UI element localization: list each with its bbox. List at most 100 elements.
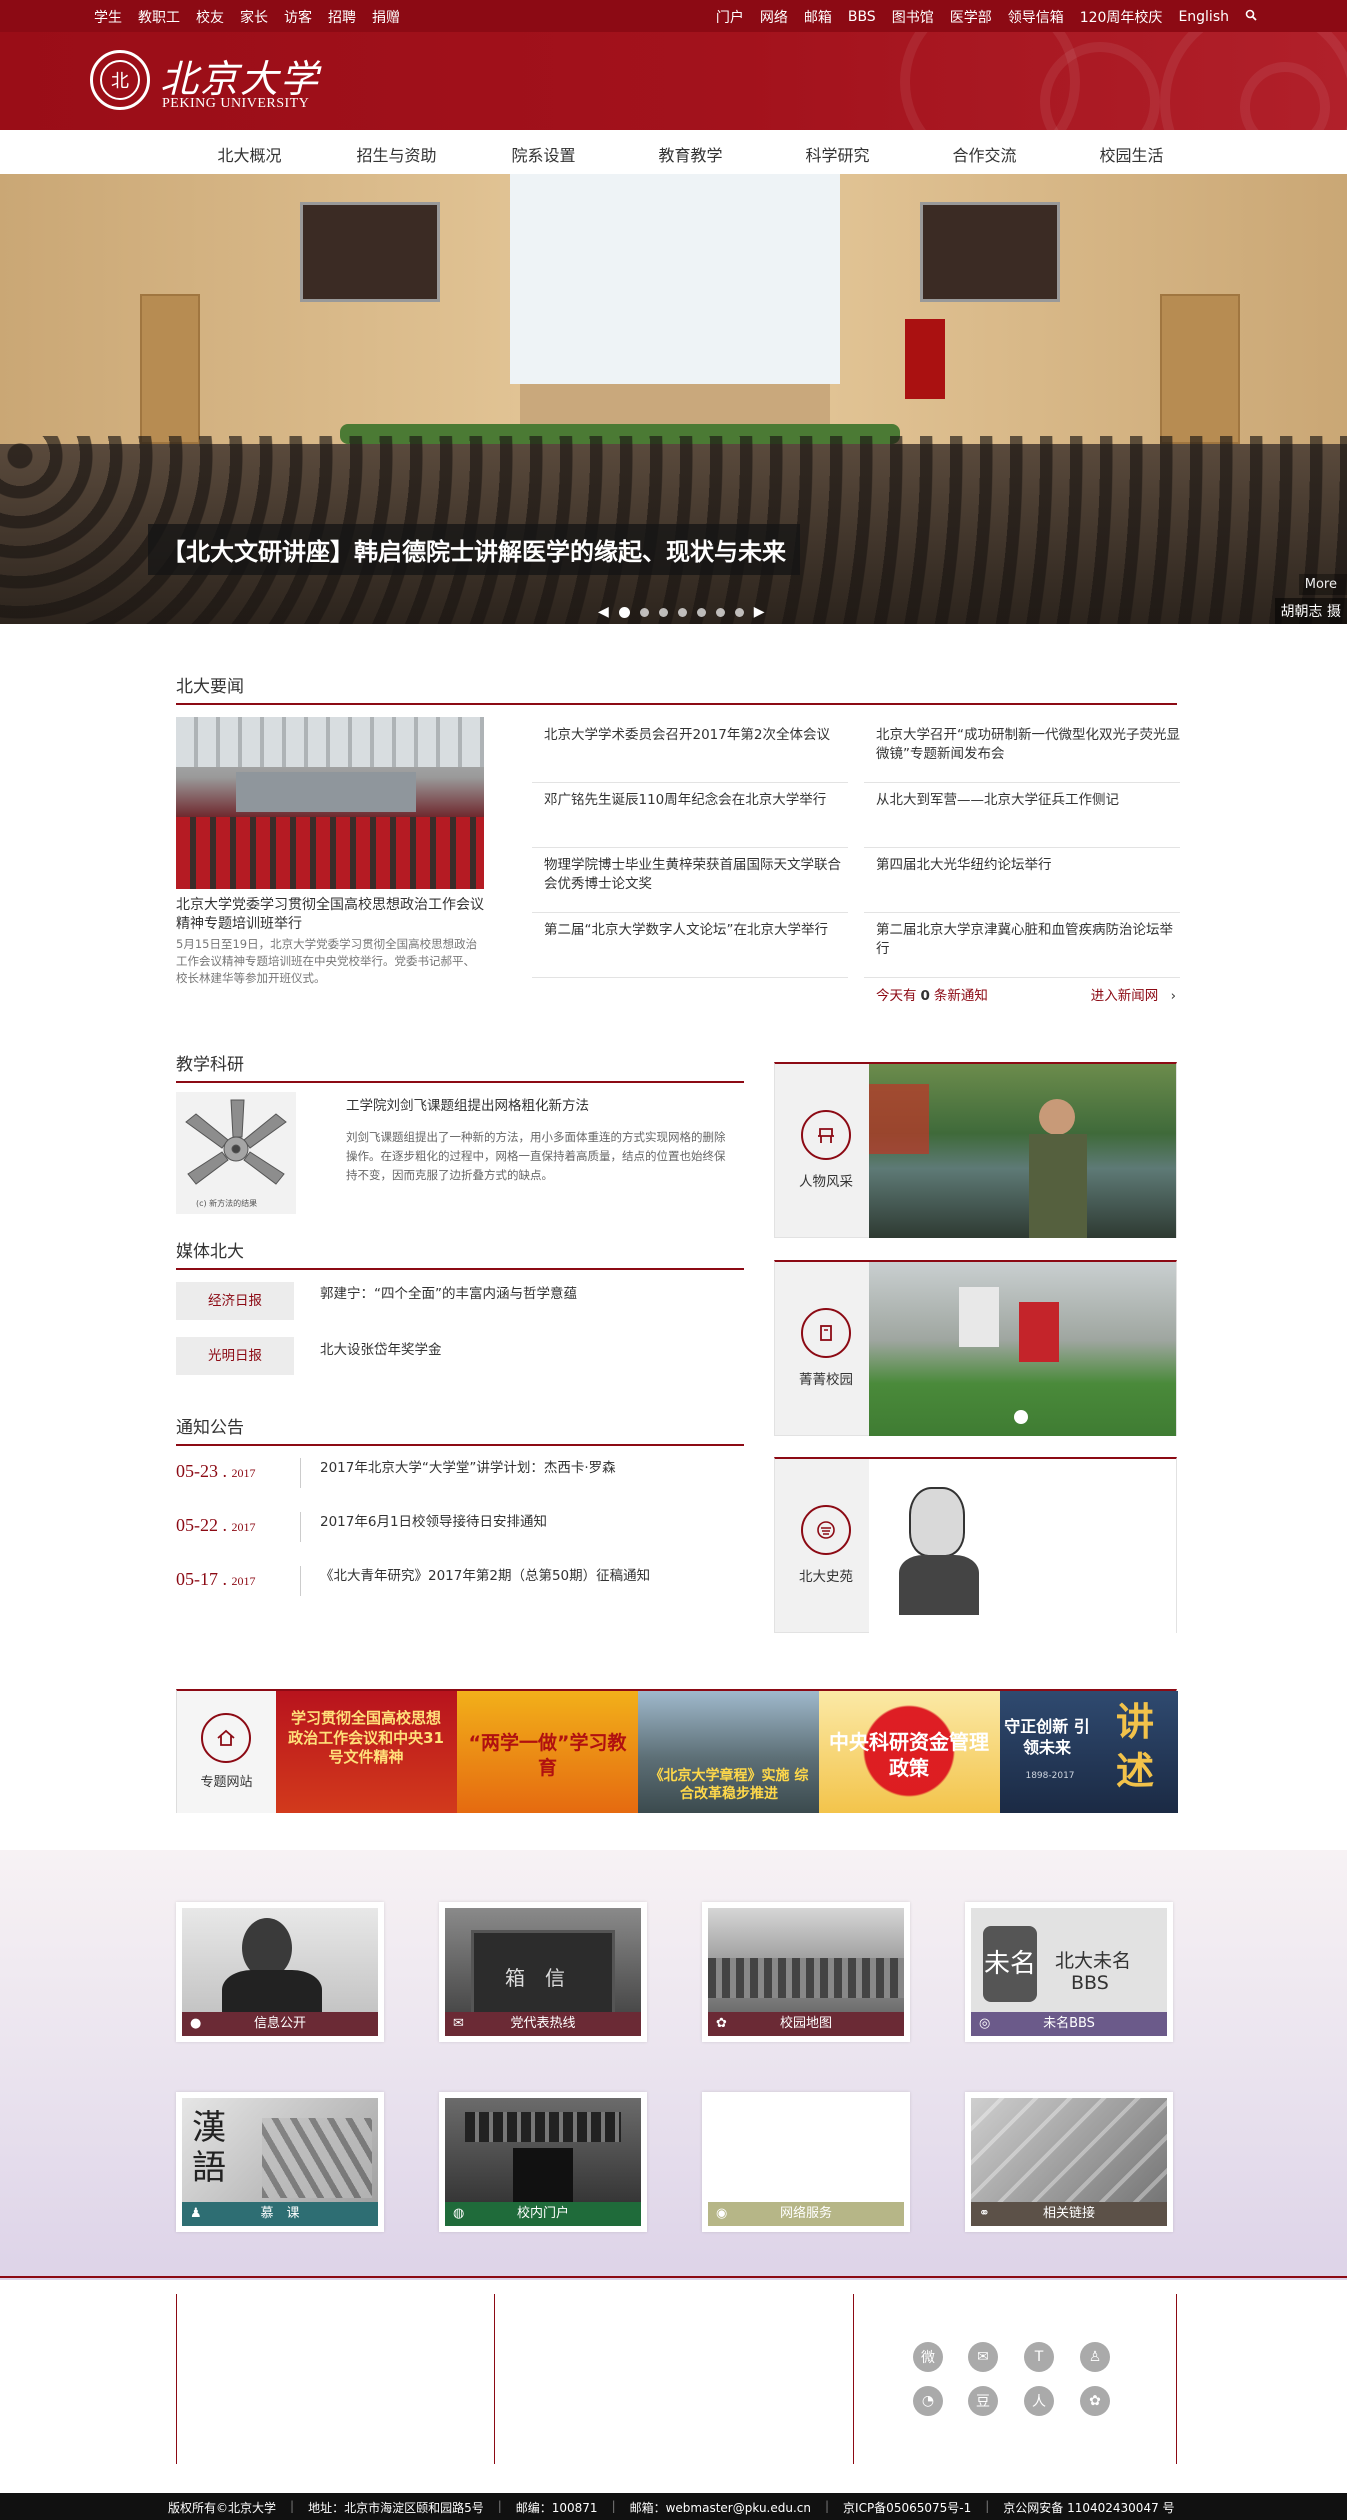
news-item[interactable]: 邓广铭先生诞辰110周年纪念会在北京大学举行 [532,783,848,848]
link-donate[interactable]: 捐赠 [372,7,400,27]
service-links: 门户 网络 邮箱 BBS 图书馆 医学部 领导信箱 120周年校庆 Englis… [716,7,1257,27]
notice-link[interactable]: 2017年6月1日校领导接待日安排通知 [320,1510,547,1530]
news-item[interactable]: 第二届北京大学京津冀心脏和血管疾病防治论坛举行 [864,913,1180,978]
banner-study[interactable]: “两学一做”学习教育 [457,1691,638,1813]
hero-caption[interactable]: 【北大文研讲座】韩启德院士讲解医学的缘起、现状与未来 [148,524,800,575]
media-article-link[interactable]: 郭建宁：“四个全面”的丰富内涵与哲学意蕴 [320,1282,577,1302]
separator: | [611,2499,616,2513]
tile-related-links[interactable]: ⚭ 相关链接 [965,2092,1173,2232]
news-item[interactable]: 从北大到军营——北京大学征兵工作侧记 [864,783,1180,848]
link-alumni[interactable]: 校友 [196,7,224,27]
news-item[interactable]: 第二届“北京大学数字人文论坛”在北京大学举行 [532,913,848,978]
footer-info-bar: 版权所有©北京大学 | 地址：北京市海淀区颐和园路5号 | 邮编：100871 … [0,2493,1347,2520]
ceiling-lights [176,717,484,767]
card-history[interactable]: 北大史苑 [774,1457,1177,1633]
slider-dot[interactable] [618,606,630,618]
banner-anniversary[interactable]: 守正创新 引领未来 1898-2017 讲述 [1000,1691,1178,1813]
slider-dot[interactable] [677,607,687,617]
link-staff[interactable]: 教职工 [138,7,180,27]
mobile-icon[interactable]: ◔ [913,2386,943,2416]
tile-campus-map[interactable]: ✿ 校园地图 [702,1902,910,2042]
tile-campus-portal[interactable]: ◍ 校内门户 [439,2092,647,2232]
building-icon [869,1084,929,1154]
link-bbs[interactable]: BBS [848,9,876,25]
link-medical[interactable]: 医学部 [950,7,992,27]
news-item[interactable]: 物理学院博士毕业生黄梓荣获首届国际天文学联合会优秀博士论文奖 [532,848,848,913]
link-english[interactable]: English [1178,9,1229,25]
qq-icon[interactable]: ♙ [1080,2342,1110,2372]
banner-funding[interactable]: 中央科研资金管理政策 [819,1691,1000,1813]
tile-party-hotline[interactable]: 箱 信 ✉ 党代表热线 [439,1902,647,2042]
slider-dot[interactable] [696,607,706,617]
link-anniversary[interactable]: 120周年校庆 [1080,7,1163,27]
tile-info-disclosure[interactable]: ● 信息公开 [176,1902,384,2042]
logo-english-name[interactable]: PEKING UNIVERSITY [162,96,309,112]
public-security-record[interactable]: 京公网安备 110402430047 号 [1003,2499,1174,2516]
pku-emblem-logo[interactable]: 北 [90,50,150,110]
news-photo[interactable] [176,717,484,889]
mesh-illustration[interactable]: (c) 新方法的结果 [176,1092,296,1214]
search-icon[interactable] [1245,9,1257,25]
media-article-link[interactable]: 北大设张岱年奖学金 [320,1338,442,1358]
icp-license[interactable]: 京ICP备05065075号-1 [843,2499,971,2516]
notice-link[interactable]: 《北大青年研究》2017年第2期（总第50期）征稿通知 [320,1564,650,1584]
hero-more-button[interactable]: More [1298,574,1347,595]
tile-bbs[interactable]: 未名 北大未名 BBS ◎ 未名BBS [965,1902,1173,2042]
tile-photo: 箱 信 ✉ 党代表热线 [445,1908,641,2036]
t-icon[interactable]: T [1024,2342,1054,2372]
link-library[interactable]: 图书馆 [892,7,934,27]
news-item[interactable]: 北京大学召开“成功研制新一代微型化双光子荧光显微镜”专题新闻发布会 [864,718,1180,783]
tile-mooc[interactable]: 漢語 ♟ 慕 课 [176,2092,384,2232]
weibo-icon[interactable]: 微 [913,2342,943,2372]
link-portal[interactable]: 门户 [716,7,744,27]
card-campus[interactable]: 菁菁校园 [774,1260,1177,1436]
hero-next-caption[interactable]: 胡朝志 摄 [1274,598,1347,624]
renren-icon[interactable]: 人 [1024,2386,1054,2416]
slider-dot[interactable] [658,607,668,617]
douban-icon[interactable]: 豆 [968,2386,998,2416]
nav-research[interactable]: 科学研究 [764,142,911,166]
hero-slider[interactable]: 【北大文研讲座】韩启德院士讲解医学的缘起、现状与未来 ◀ ▶ More 胡朝志 … [0,174,1347,624]
red-seats [176,817,484,889]
nav-cooperation[interactable]: 合作交流 [911,142,1058,166]
nav-about[interactable]: 北大概况 [176,142,323,166]
link-mail[interactable]: 邮箱 [804,7,832,27]
prev-arrow-icon[interactable]: ◀ [598,604,609,620]
link-students[interactable]: 学生 [94,7,122,27]
news-item[interactable]: 第四届北大光华纽约论坛举行 [864,848,1180,913]
tile-photo: ✿ 校园地图 [708,1908,904,2036]
tile-photo: ◍ 校内门户 [445,2098,641,2226]
today-notice-count[interactable]: 今天有 0 条新通知 [876,984,988,1004]
card-people[interactable]: 人物风采 [774,1062,1177,1238]
enter-news-site-link[interactable]: 进入新闻网 › [1091,984,1176,1004]
next-arrow-icon[interactable]: ▶ [754,604,765,620]
media-source-tag[interactable]: 光明日报 [176,1337,294,1375]
link-visitors[interactable]: 访客 [284,7,312,27]
nav-education[interactable]: 教育教学 [617,142,764,166]
wechat-icon[interactable]: ✉ [968,2342,998,2372]
link-parents[interactable]: 家长 [240,7,268,27]
notice-link[interactable]: 2017年北京大学“大学堂”讲学计划：杰西卡·罗森 [320,1456,616,1476]
nav-campus-life[interactable]: 校园生活 [1058,142,1205,166]
slider-dot[interactable] [715,607,725,617]
nav-admission[interactable]: 招生与资助 [323,142,470,166]
link-network[interactable]: 网络 [760,7,788,27]
media-source-tag[interactable]: 经济日报 [176,1282,294,1320]
flower-icon[interactable]: ✿ [1080,2386,1110,2416]
nav-departments[interactable]: 院系设置 [470,142,617,166]
link-jobs[interactable]: 招聘 [328,7,356,27]
banner-charter[interactable]: 《北京大学章程》实施 综合改革稳步推进 [638,1691,819,1813]
slider-dot[interactable] [639,607,649,617]
slider-dot[interactable] [734,607,744,617]
logo-chinese-name[interactable]: 北京大学 [160,48,320,103]
link-leader-mailbox[interactable]: 领导信箱 [1008,7,1064,27]
news-item[interactable]: 北京大学学术委员会召开2017年第2次全体会议 [532,718,848,783]
banner-ideology[interactable]: 学习贯彻全国高校思想政治工作会议和中央31号文件精神 [276,1691,457,1813]
tile-network-service[interactable]: ◉ 网络服务 [702,2092,910,2232]
news-headline[interactable]: 北京大学党委学习贯彻全国高校思想政治工作会议精神专题培训班举行 [176,896,484,934]
bell-icon: ♟ [190,2206,202,2221]
stage-screen [236,772,416,812]
chair-icon [801,1110,851,1160]
webmaster-email[interactable]: 邮箱：webmaster@pku.edu.cn [630,2499,811,2516]
research-headline[interactable]: 工学院刘剑飞课题组提出网格粗化新方法 [346,1094,589,1114]
